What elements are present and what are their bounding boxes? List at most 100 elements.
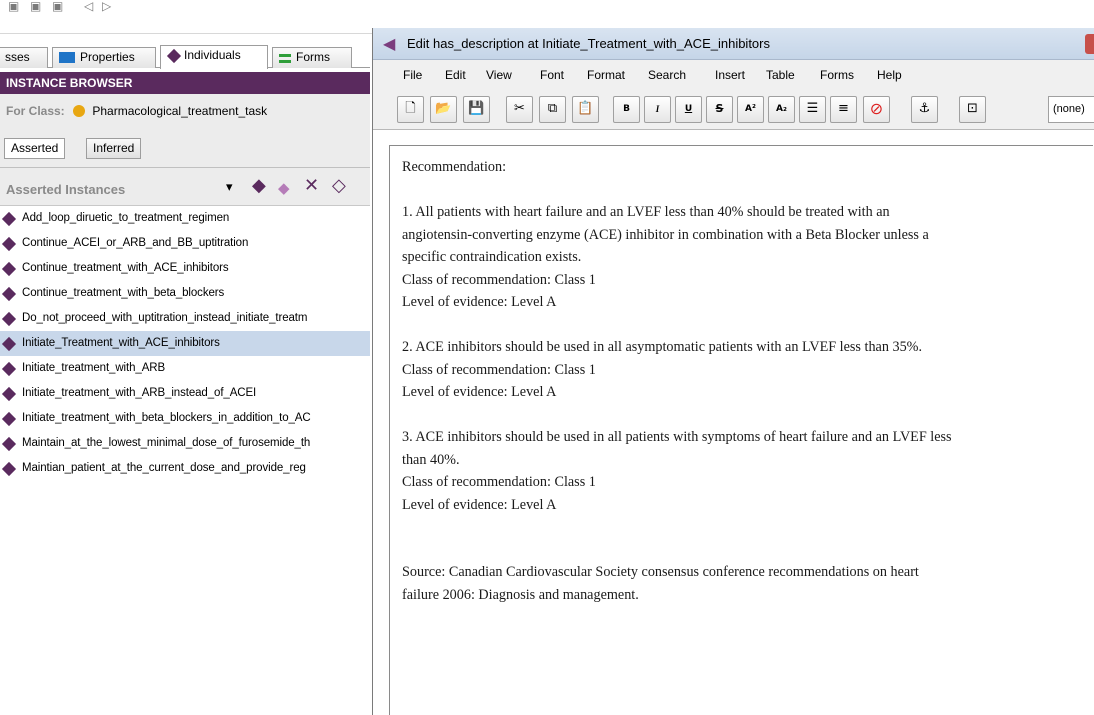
clear-format-icon[interactable]: ⊘: [863, 96, 890, 123]
description-paragraph: specific contraindication exists.: [402, 249, 582, 265]
tab-label: Forms: [296, 50, 330, 64]
for-class-label: For Class:: [6, 104, 65, 118]
description-paragraph: 2. ACE inhibitors should be used in all …: [402, 339, 923, 355]
tab-label: Individuals: [184, 48, 241, 62]
class-circle-icon: [73, 105, 86, 117]
description-paragraph: [402, 516, 1093, 539]
instance-label: Add_loop_diruetic_to_treatment_regimen: [22, 212, 230, 224]
main-tab-bar: sses Properties Individuals Forms: [0, 44, 370, 69]
close-button[interactable]: [1085, 34, 1094, 54]
tab-label: sses: [5, 50, 30, 64]
editor-toolbar: 🗋 📂 💾 ✂ ⧉ 📋 B I U S A² A₂ ☰ ≡ ⊘ ⚓ ⊡ (non…: [373, 92, 1094, 130]
list-item[interactable]: Do_not_proceed_with_uptitration_instead_…: [0, 306, 370, 331]
anchor-icon[interactable]: ⚓: [911, 96, 938, 123]
menu-format[interactable]: Format: [587, 68, 625, 82]
top-toolbar-strip: ▣ ▣ ▣ ◁ ▷: [0, 0, 375, 34]
list-item[interactable]: Continue_treatment_with_ACE_inhibitors: [0, 256, 370, 281]
list-item[interactable]: Add_loop_diruetic_to_treatment_regimen: [0, 206, 370, 231]
individual-diamond-icon: [1, 361, 17, 377]
menu-help[interactable]: Help: [877, 68, 902, 82]
cut-icon[interactable]: ✂: [506, 96, 533, 123]
list-item[interactable]: Initiate_treatment_with_ARB: [0, 356, 370, 381]
menu-edit[interactable]: Edit: [445, 68, 466, 82]
instance-label: Initiate_Treatment_with_ACE_inhibitors: [22, 337, 220, 349]
instance-label: Initiate_treatment_with_beta_blockers_in…: [22, 412, 311, 424]
description-text-area[interactable]: Recommendation: 1. All patients with hear…: [389, 145, 1093, 715]
menu-search[interactable]: Search: [648, 68, 686, 82]
numbered-list-icon[interactable]: ≡: [830, 96, 857, 123]
underline-icon[interactable]: U: [675, 96, 702, 123]
source-view-icon[interactable]: ⊡: [959, 96, 986, 123]
menu-view[interactable]: View: [486, 68, 512, 82]
asserted-instances-list: Add_loop_diruetic_to_treatment_regimen Co…: [0, 206, 370, 715]
individual-diamond-icon: [1, 311, 17, 327]
forward-arrow-icon[interactable]: ▷: [102, 0, 111, 14]
subscript-icon[interactable]: A₂: [768, 96, 795, 123]
list-item[interactable]: Initiate_treatment_with_ARB_instead_of_A…: [0, 381, 370, 406]
individual-diamond-icon: [1, 211, 17, 227]
bullet-list-icon[interactable]: ☰: [799, 96, 826, 123]
instance-label: Continue_treatment_with_beta_blockers: [22, 287, 225, 299]
delete-instance-icon[interactable]: ✕: [304, 176, 319, 196]
list-item[interactable]: Initiate_treatment_with_beta_blockers_in…: [0, 406, 370, 431]
properties-icon: [59, 52, 75, 63]
tab-properties[interactable]: Properties: [52, 47, 156, 68]
asserted-instances-title: Asserted Instances: [6, 182, 126, 197]
list-item[interactable]: Continue_ACEI_or_ARB_and_BB_uptitration: [0, 231, 370, 256]
copy-instance-icon[interactable]: ◆: [278, 178, 290, 198]
instance-label: Maintain_at_the_lowest_minimal_dose_of_f…: [22, 437, 311, 449]
description-paragraph: Level of evidence: Level A: [402, 294, 557, 310]
description-paragraph: failure 2006: Diagnosis and management.: [402, 586, 639, 603]
copy-icon[interactable]: ⧉: [539, 96, 566, 123]
tab-inferred[interactable]: Inferred: [86, 138, 142, 159]
back-arrow-icon[interactable]: ◁: [84, 0, 93, 14]
instance-label: Initiate_treatment_with_ARB_instead_of_A…: [22, 387, 257, 399]
toolbar-button-icon[interactable]: ▣: [8, 0, 19, 14]
superscript-icon[interactable]: A²: [737, 96, 764, 123]
protege-window-icon: ◀: [383, 34, 396, 53]
description-paragraph: Class of recommendation: Class 1: [402, 271, 596, 288]
individual-diamond-icon: [1, 436, 17, 452]
italic-icon[interactable]: I: [644, 96, 671, 123]
menu-file[interactable]: File: [403, 68, 422, 82]
description-paragraph: [402, 404, 1093, 427]
description-paragraph: Level of evidence: Level A: [402, 496, 557, 513]
menu-table[interactable]: Table: [766, 68, 795, 82]
edit-instance-icon[interactable]: ◇: [332, 176, 346, 196]
forms-icon: [279, 54, 291, 63]
new-document-icon[interactable]: 🗋: [397, 96, 424, 123]
instance-label: Continue_ACEI_or_ARB_and_BB_uptitration: [22, 237, 249, 249]
individual-diamond-icon: [1, 261, 17, 277]
bold-icon[interactable]: B: [613, 96, 640, 123]
paste-icon[interactable]: 📋: [572, 96, 599, 123]
menu-insert[interactable]: Insert: [715, 68, 745, 82]
window-title: Edit has_description at Initiate_Treatme…: [407, 36, 770, 51]
toolbar-button-icon[interactable]: ▣: [52, 0, 63, 14]
create-instance-icon[interactable]: ◆: [252, 176, 266, 196]
list-item[interactable]: Initiate_Treatment_with_ACE_inhibitors: [0, 331, 370, 356]
paragraph-style-select[interactable]: (none): [1048, 96, 1094, 123]
strikethrough-icon[interactable]: S: [706, 96, 733, 123]
toolbar-button-icon[interactable]: ▣: [30, 0, 41, 14]
list-item[interactable]: Maintain_at_the_lowest_minimal_dose_of_f…: [0, 431, 370, 456]
description-paragraph: [402, 539, 1093, 562]
menu-font[interactable]: Font: [540, 68, 564, 82]
description-paragraph: angiotensin-converting enzyme (ACE) inhi…: [402, 226, 929, 243]
tab-individuals[interactable]: Individuals: [160, 45, 268, 69]
save-icon[interactable]: 💾: [463, 96, 490, 123]
list-item[interactable]: Continue_treatment_with_beta_blockers: [0, 281, 370, 306]
asserted-instances-header: Asserted Instances ▾ ◆ ◆ ✕ ◇: [0, 168, 370, 206]
individual-diamond-icon: [1, 236, 17, 252]
tab-classes[interactable]: sses: [0, 47, 48, 68]
description-paragraph: Source: Canadian Cardiovascular Society …: [402, 564, 919, 580]
tab-forms[interactable]: Forms: [272, 47, 352, 68]
list-item[interactable]: Maintian_patient_at_the_current_dose_and…: [0, 456, 370, 481]
open-folder-icon[interactable]: 📂: [430, 96, 457, 123]
menu-forms[interactable]: Forms: [820, 68, 854, 82]
window-title-bar[interactable]: ◀ Edit has_description at Initiate_Treat…: [373, 28, 1094, 60]
tab-asserted[interactable]: Asserted: [4, 138, 66, 159]
for-class-row: For Class: Pharmacological_treatment_tas…: [0, 94, 370, 130]
description-paragraph: Recommendation:: [402, 159, 507, 175]
dropdown-arrow-icon[interactable]: ▾: [226, 178, 233, 198]
asserted-inferred-tabs: Asserted Inferred: [0, 130, 370, 168]
